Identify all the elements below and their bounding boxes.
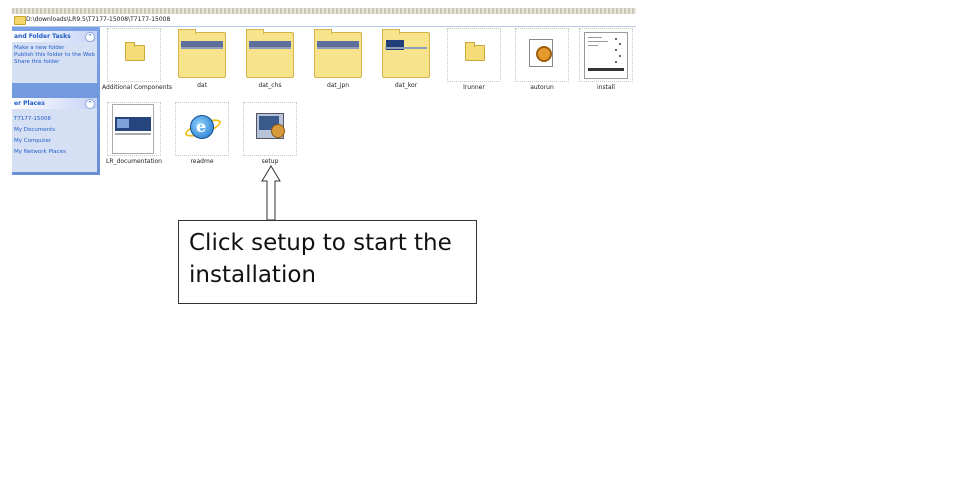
callout-text: Click setup to start the installation	[189, 230, 452, 288]
file-label: install	[597, 84, 615, 91]
task-make-new-folder[interactable]: Make a new folder	[12, 45, 97, 52]
up-arrow-icon	[261, 165, 281, 221]
address-path[interactable]: D:\downloads\LR9.5\T7177-15008\T7177-150…	[26, 14, 170, 26]
address-bar[interactable]: D:\downloads\LR9.5\T7177-15008\T7177-150…	[12, 14, 636, 27]
folder-thumbnail-icon	[382, 29, 430, 78]
setup-icon	[256, 113, 285, 139]
folder-thumbnail-icon	[178, 29, 226, 78]
file-autorun[interactable]: autorun	[510, 28, 574, 92]
file-thumbnail[interactable]	[515, 28, 569, 82]
place-my-documents[interactable]: My Documents	[12, 125, 97, 136]
place-my-computer[interactable]: My Computer	[12, 136, 97, 147]
file-label: lrunner	[463, 84, 485, 91]
file-dat-jpn[interactable]: dat_jpn	[306, 28, 370, 90]
file-readme[interactable]: readme	[170, 102, 234, 166]
place-my-network-places[interactable]: My Network Places	[12, 147, 97, 158]
task-pane: and Folder Tasks ^ Make a new folder Pub…	[12, 27, 100, 175]
file-lrunner[interactable]: lrunner	[442, 28, 506, 92]
file-thumbnail[interactable]	[579, 28, 633, 82]
file-label: dat_chs	[258, 82, 282, 89]
document-thumbnail-icon	[584, 32, 628, 79]
instruction-callout: Click setup to start the installation	[178, 220, 477, 304]
file-label: dat_kor	[394, 82, 418, 89]
explorer-window: D:\downloads\LR9.5\T7177-15008\T7177-150…	[12, 8, 636, 176]
file-setup[interactable]: setup	[238, 102, 302, 166]
folder-tasks-title: and Folder Tasks	[14, 33, 71, 40]
folder-icon	[125, 42, 145, 61]
file-lr-documentation[interactable]: LR_documentation	[102, 102, 166, 166]
file-dat-kor[interactable]: dat_kor	[374, 28, 438, 90]
file-label: readme	[190, 158, 214, 165]
folder-thumbnail-icon	[314, 29, 362, 78]
file-label: dat	[197, 82, 207, 89]
file-thumbnail[interactable]	[380, 28, 432, 80]
autorun-icon	[529, 39, 553, 67]
folder-icon	[14, 16, 26, 25]
file-label: Additional Components	[102, 84, 172, 91]
file-dat[interactable]: dat	[170, 28, 234, 90]
internet-explorer-icon	[190, 115, 214, 139]
other-places-header[interactable]: er Places ^	[12, 98, 97, 109]
task-publish-folder[interactable]: Publish this folder to the Web	[12, 52, 97, 59]
file-thumbnail[interactable]	[243, 102, 297, 156]
file-additional-components[interactable]: Additional Components	[102, 28, 172, 92]
place-t7177-15008[interactable]: T7177-15008	[12, 114, 97, 125]
file-thumbnail[interactable]	[175, 102, 229, 156]
file-thumbnail[interactable]	[312, 28, 364, 80]
file-thumbnail[interactable]	[107, 102, 161, 156]
folder-thumbnail-icon	[246, 29, 294, 78]
file-dat-chs[interactable]: dat_chs	[238, 28, 302, 90]
other-places-panel: er Places ^ T7177-15008 My Documents My …	[12, 98, 97, 172]
task-share-folder[interactable]: Share this folder	[12, 59, 97, 66]
file-thumbnail[interactable]	[176, 28, 228, 80]
document-thumbnail-icon	[112, 104, 154, 154]
folder-icon	[465, 42, 485, 61]
folder-tasks-panel: and Folder Tasks ^ Make a new folder Pub…	[12, 31, 97, 83]
folder-tasks-header[interactable]: and Folder Tasks ^	[12, 31, 97, 42]
file-thumbnail[interactable]	[107, 28, 161, 82]
collapse-chevron-icon[interactable]: ^	[85, 32, 95, 42]
file-label: dat_jpn	[326, 82, 350, 89]
file-thumbnail[interactable]	[244, 28, 296, 80]
file-thumbnail[interactable]	[447, 28, 501, 82]
file-label: autorun	[530, 84, 554, 91]
collapse-chevron-icon[interactable]: ^	[85, 99, 95, 109]
other-places-title: er Places	[14, 100, 45, 107]
file-label: LR_documentation	[106, 158, 162, 165]
file-install[interactable]: install	[574, 28, 636, 92]
